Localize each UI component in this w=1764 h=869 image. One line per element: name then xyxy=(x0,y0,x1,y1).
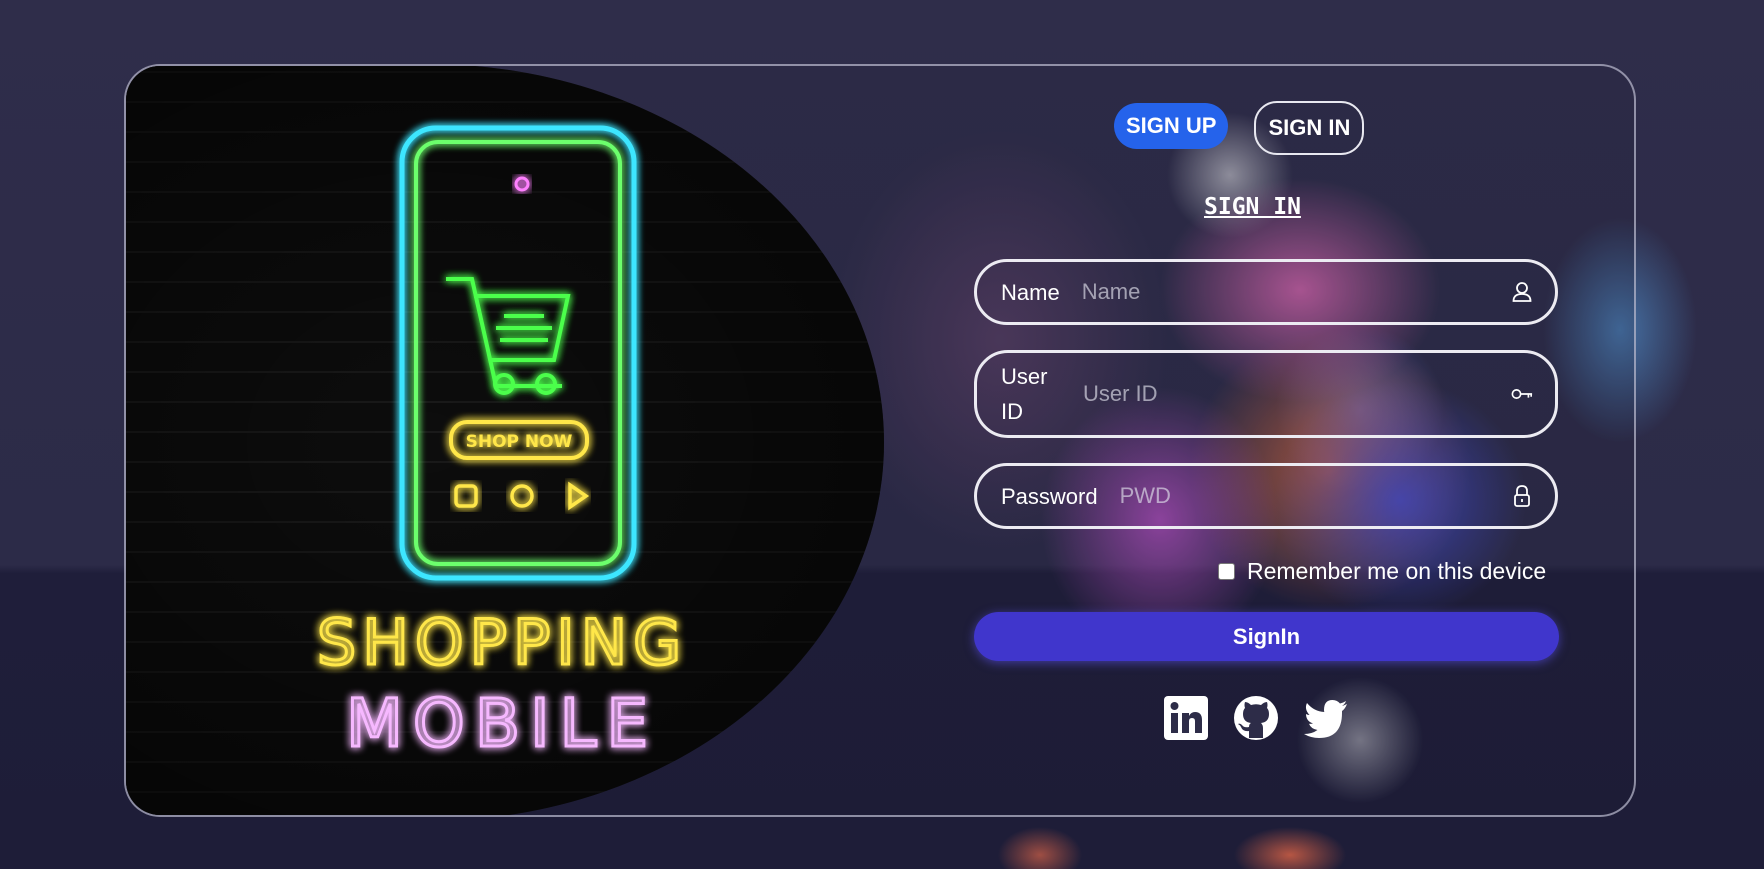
remember-label: Remember me on this device xyxy=(1247,558,1547,584)
linkedin-icon[interactable] xyxy=(1162,694,1210,742)
remember-checkbox[interactable] xyxy=(1218,563,1235,580)
user-id-field[interactable]: User ID xyxy=(974,350,1558,438)
user-icon xyxy=(1511,281,1533,303)
password-input[interactable] xyxy=(1119,483,1511,509)
phone-outline xyxy=(399,125,637,581)
name-label: Name xyxy=(1001,279,1060,305)
social-links xyxy=(1162,694,1350,742)
hero-image: SHOP NOW SHOPPING MOBILE xyxy=(126,66,884,815)
sign-up-tab[interactable]: SIGN UP xyxy=(1114,103,1229,149)
login-card: SHOP NOW SHOPPING MOBILE xyxy=(124,64,1636,817)
hero-title-line1: SHOPPING xyxy=(317,606,687,679)
auth-toggle: SIGN UP SIGN IN xyxy=(1114,97,1365,155)
shop-now-text: SHOP NOW xyxy=(466,432,573,452)
cart-icon xyxy=(446,277,571,395)
name-input[interactable] xyxy=(1081,279,1511,305)
camera-icon xyxy=(514,176,530,192)
key-icon xyxy=(1511,383,1533,405)
neon-phone-illustration: SHOP NOW SHOPPING MOBILE xyxy=(315,125,687,764)
play-icon xyxy=(568,481,590,511)
twitter-icon[interactable] xyxy=(1302,694,1350,742)
phone-screen-outline xyxy=(414,140,622,566)
lock-icon xyxy=(1511,485,1533,507)
square-icon xyxy=(454,484,478,508)
sign-in-tab[interactable]: SIGN IN xyxy=(1254,101,1365,155)
remember-me[interactable]: Remember me on this device xyxy=(1218,558,1546,585)
name-field[interactable]: Name xyxy=(974,259,1558,325)
password-label: Password xyxy=(1001,483,1098,509)
password-field[interactable]: Password xyxy=(974,463,1558,529)
hero-title-line2: MOBILE xyxy=(346,685,658,762)
user-id-input[interactable] xyxy=(1083,381,1511,407)
github-icon[interactable] xyxy=(1232,694,1280,742)
sign-in-button[interactable]: SignIn xyxy=(974,612,1559,661)
form-title: SIGN IN xyxy=(1204,194,1301,220)
user-id-label: User ID xyxy=(1001,364,1048,424)
circle-icon xyxy=(510,484,534,508)
background-shapes xyxy=(960,815,1520,869)
